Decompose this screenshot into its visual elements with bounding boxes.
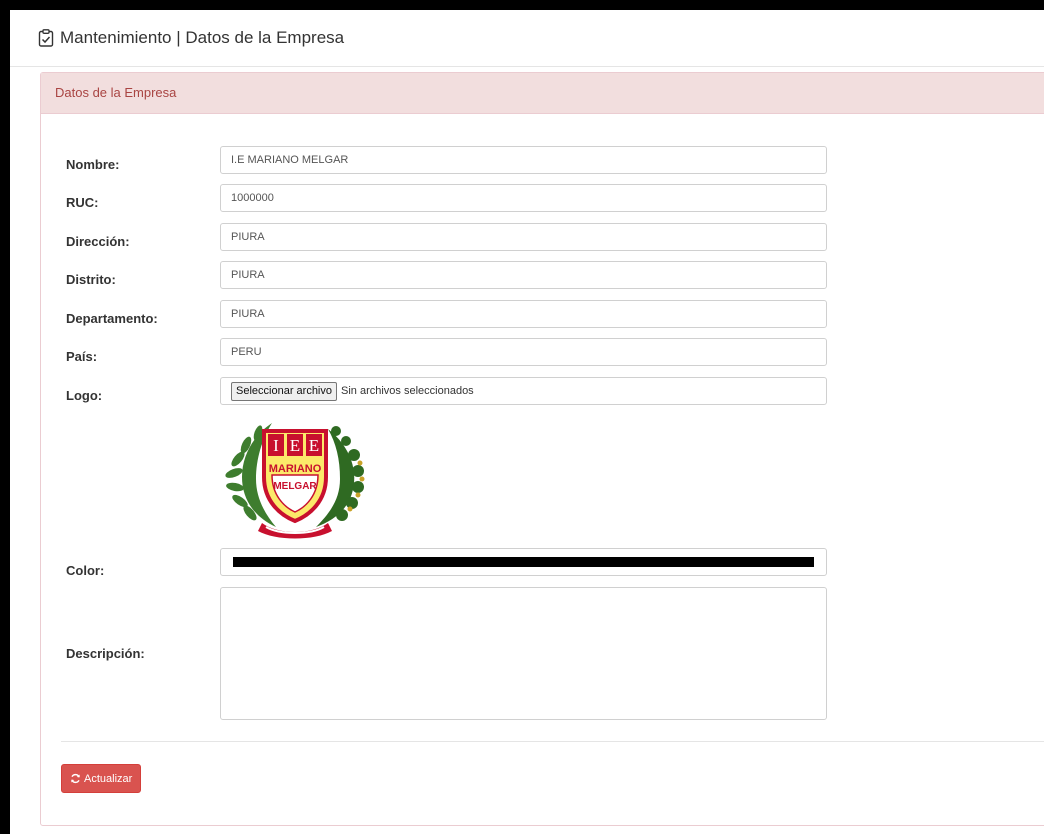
svg-text:E: E bbox=[290, 436, 300, 455]
file-status-text: Sin archivos seleccionados bbox=[341, 385, 474, 397]
nombre-input[interactable]: I.E MARIANO MELGAR bbox=[220, 146, 827, 174]
company-panel: Datos de la Empresa Nombre: I.E MARIANO … bbox=[40, 72, 1044, 826]
logo-label: Logo: bbox=[66, 388, 103, 403]
page-title-text: Mantenimiento | Datos de la Empresa bbox=[60, 28, 345, 47]
direccion-label: Dirección: bbox=[66, 234, 130, 249]
svg-text:E: E bbox=[309, 436, 319, 455]
direccion-input[interactable]: PIURA bbox=[220, 223, 827, 251]
page-header: Mantenimiento | Datos de la Empresa bbox=[10, 10, 1044, 67]
update-button[interactable]: Actualizar bbox=[61, 764, 142, 793]
color-label: Color: bbox=[66, 563, 105, 578]
pais-label: País: bbox=[66, 349, 98, 364]
ruc-label: RUC: bbox=[66, 195, 99, 210]
nombre-label: Nombre: bbox=[66, 157, 120, 172]
company-logo: I E E MARIANO MELGAR bbox=[224, 415, 366, 543]
distrito-input[interactable]: PIURA bbox=[220, 261, 827, 289]
clipboard-check-icon bbox=[38, 29, 54, 47]
refresh-icon bbox=[70, 773, 81, 784]
departamento-label: Departamento: bbox=[66, 311, 158, 326]
ruc-input[interactable]: 1000000 bbox=[220, 184, 827, 212]
update-button-label: Actualizar bbox=[84, 772, 133, 785]
panel-heading: Datos de la Empresa bbox=[41, 73, 1044, 114]
select-file-button[interactable]: Seleccionar archivo bbox=[231, 381, 337, 401]
pais-input[interactable]: PERU bbox=[220, 338, 827, 366]
descripcion-label: Descripción: bbox=[66, 646, 145, 661]
departamento-input[interactable]: PIURA bbox=[220, 300, 827, 328]
page-title: Mantenimiento | Datos de la Empresa bbox=[38, 28, 344, 48]
svg-text:I: I bbox=[273, 436, 279, 455]
form-divider bbox=[61, 741, 1044, 742]
descripcion-textarea[interactable] bbox=[220, 587, 827, 720]
color-swatch bbox=[233, 557, 814, 567]
distrito-label: Distrito: bbox=[66, 272, 116, 287]
app-window: Mantenimiento | Datos de la Empresa Dato… bbox=[10, 10, 1044, 834]
panel-heading-text: Datos de la Empresa bbox=[55, 85, 177, 100]
logo-file-input[interactable]: Seleccionar archivo Sin archivos selecci… bbox=[220, 377, 827, 405]
svg-text:MARIANO: MARIANO bbox=[269, 463, 322, 475]
color-picker[interactable] bbox=[220, 548, 827, 576]
svg-text:MELGAR: MELGAR bbox=[273, 481, 317, 492]
